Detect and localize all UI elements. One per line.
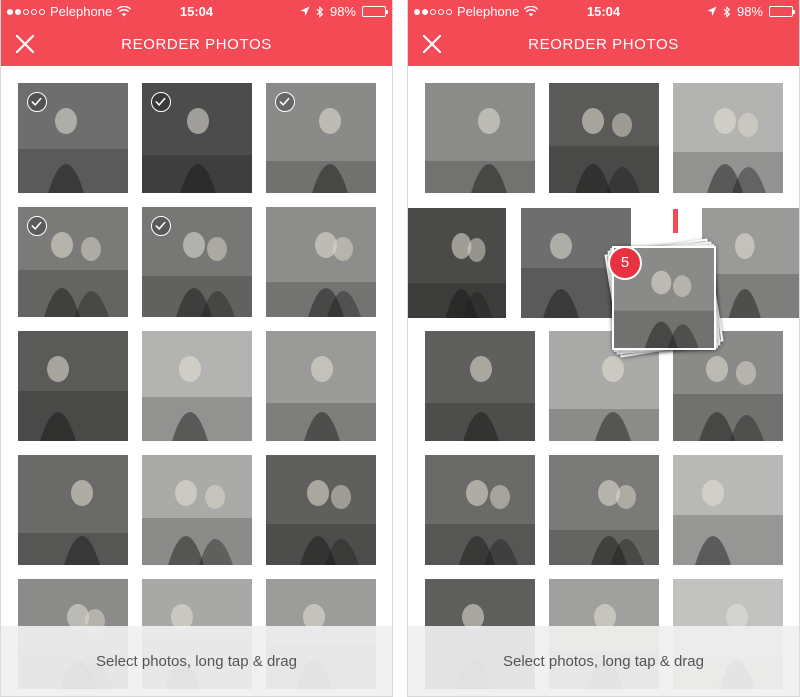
photo-grid — [1, 66, 392, 696]
photo-thumbnail[interactable] — [142, 207, 252, 317]
photo-thumbnail[interactable] — [408, 208, 506, 318]
battery-icon — [362, 6, 388, 17]
photo-thumbnail[interactable] — [425, 83, 535, 193]
phone-screen-left: Pelephone 15:04 98% REORDER PHOTOS Selec… — [0, 0, 393, 697]
page-title: REORDER PHOTOS — [528, 36, 679, 53]
check-icon — [151, 92, 171, 112]
nav-bar: REORDER PHOTOS — [1, 22, 392, 66]
photo-thumbnail[interactable] — [425, 331, 535, 441]
bluetooth-icon — [316, 5, 324, 18]
photo-thumbnail[interactable] — [673, 455, 783, 565]
phone-screen-right: Pelephone 15:04 98% REORDER PHOTOS 5 Sel… — [407, 0, 800, 697]
photo-thumbnail[interactable] — [18, 83, 128, 193]
photo-thumbnail[interactable] — [18, 455, 128, 565]
location-arrow-icon — [707, 6, 717, 16]
instruction-hint: Select photos, long tap & drag — [408, 626, 799, 696]
photo-grid — [408, 66, 799, 696]
photo-thumbnail[interactable] — [673, 83, 783, 193]
selected-count-badge: 5 — [610, 248, 640, 278]
nav-bar: REORDER PHOTOS — [408, 22, 799, 66]
photo-thumbnail[interactable] — [142, 455, 252, 565]
location-arrow-icon — [300, 6, 310, 16]
photo-thumbnail[interactable] — [142, 331, 252, 441]
photo-thumbnail[interactable] — [266, 207, 376, 317]
check-icon — [27, 216, 47, 236]
instruction-hint: Select photos, long tap & drag — [1, 626, 392, 696]
photo-thumbnail[interactable] — [266, 455, 376, 565]
photo-thumbnail[interactable] — [18, 207, 128, 317]
photo-thumbnail[interactable] — [142, 83, 252, 193]
page-title: REORDER PHOTOS — [121, 36, 272, 53]
bluetooth-icon — [723, 5, 731, 18]
check-icon — [151, 216, 171, 236]
check-icon — [275, 92, 295, 112]
photo-thumbnail[interactable] — [425, 455, 535, 565]
status-bar: Pelephone 15:04 98% — [1, 0, 392, 22]
photo-thumbnail[interactable] — [549, 455, 659, 565]
status-bar: Pelephone 15:04 98% — [408, 0, 799, 22]
photo-thumbnail[interactable] — [18, 331, 128, 441]
dragged-photo-stack[interactable]: 5 — [590, 228, 724, 358]
battery-percent: 98% — [736, 4, 763, 19]
photo-thumbnail[interactable] — [266, 331, 376, 441]
battery-percent: 98% — [329, 4, 356, 19]
check-icon — [27, 92, 47, 112]
photo-thumbnail[interactable] — [549, 83, 659, 193]
battery-icon — [769, 6, 795, 17]
photo-thumbnail[interactable] — [266, 83, 376, 193]
